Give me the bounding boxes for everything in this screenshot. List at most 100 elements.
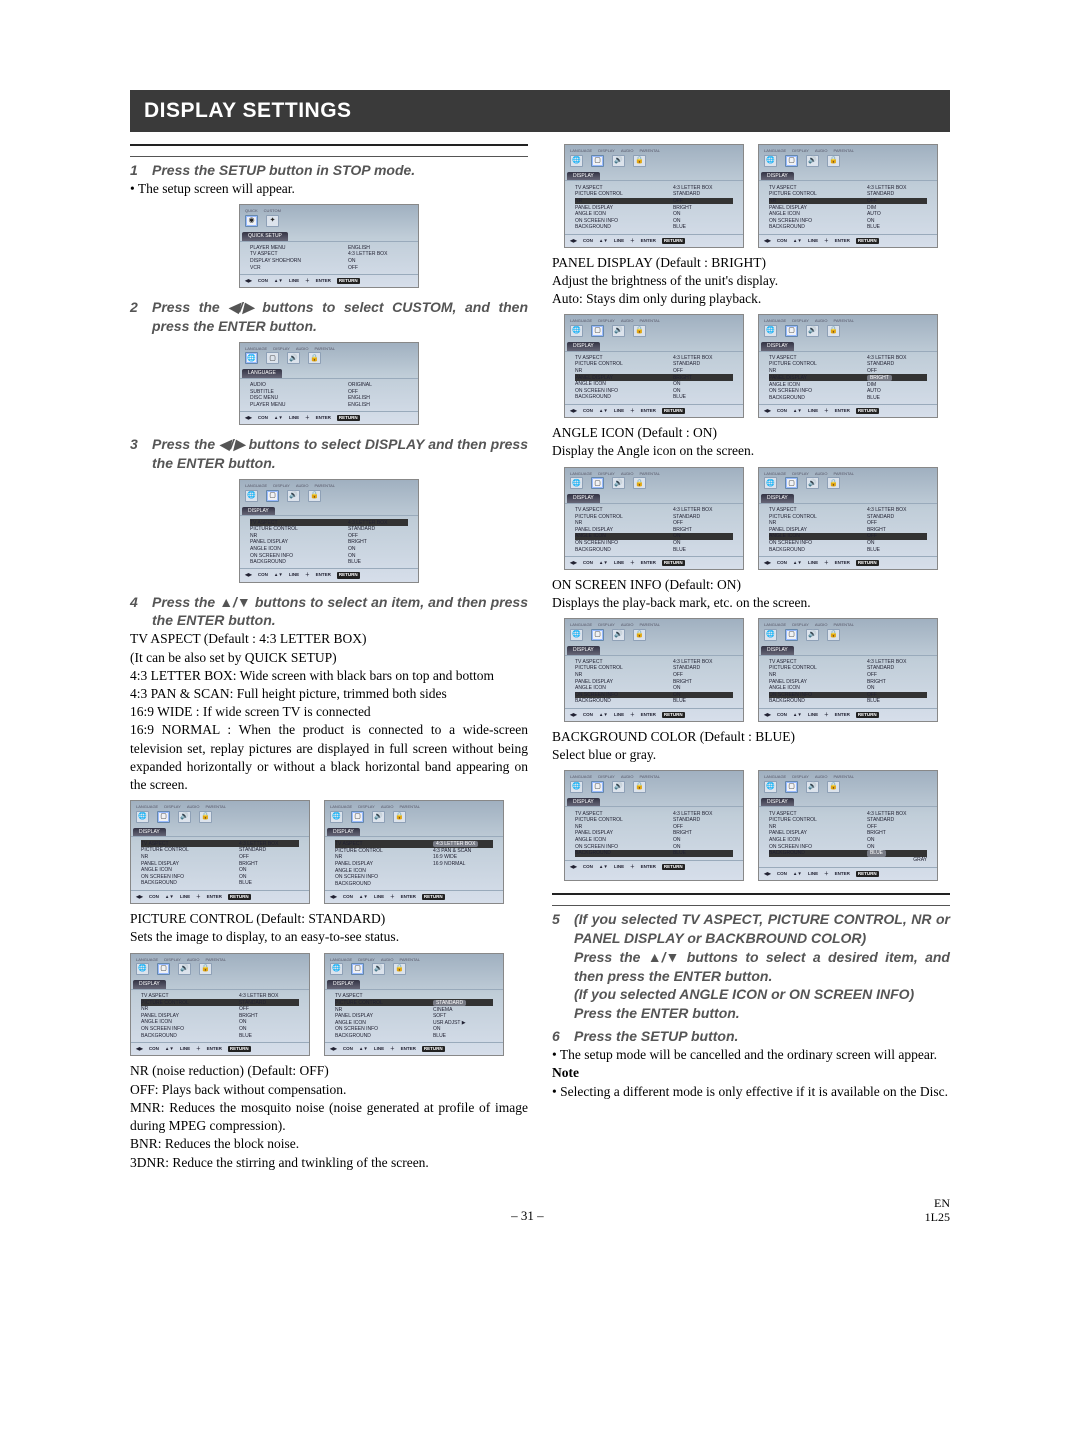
osd-item: ANGLE ICON: [250, 546, 348, 553]
footer-code: 1L25: [925, 1210, 950, 1224]
up-down-arrow-icon: ▲/▼: [219, 593, 251, 612]
page-number: – 31 –: [511, 1207, 544, 1225]
osd-tvaspect-a: LANGUAGEDISPLAYAUDIOPARENTAL 🌐▢🔊🔒 DISPLA…: [130, 800, 310, 904]
osd-tab: QUICK: [245, 208, 258, 213]
label-text: Displays the play-back mark, etc. on the…: [552, 595, 811, 610]
note-body: Selecting a different mode is only effec…: [560, 1084, 948, 1099]
step-number: 4: [130, 593, 152, 612]
speaker-icon: 🔊: [287, 352, 300, 364]
label-text: ON SCREEN INFO (Default: ON): [552, 577, 741, 592]
label-text: The setup mode will be cancelled and the…: [560, 1047, 937, 1062]
osd-item: NR: [250, 533, 348, 540]
osd-item: PLAYER MENU: [250, 402, 348, 409]
osd-language: LANGUAGEDISPLAYAUDIOPARENTAL 🌐 ▢ 🔊 🔒 LAN…: [239, 342, 419, 426]
step-text: Press the SETUP button.: [574, 1027, 950, 1046]
osd-angle-b: LANGUAGEDISPLAYAUDIOPARENTAL 🌐▢🔊🔒 DISPLA…: [758, 467, 938, 570]
osd-item: PICTURE CONTROL: [250, 526, 348, 533]
tool-icon: ✦: [266, 215, 279, 227]
step-number: 2: [130, 298, 152, 317]
osd-value: ON: [348, 546, 408, 553]
osd-tvaspect-b: LANGUAGEDISPLAYAUDIOPARENTAL 🌐▢🔊🔒 DISPLA…: [324, 800, 504, 904]
osd-quick-setup: QUICK CUSTOM ◉ ✦ QUICK SETUP PLAYER MENUE…: [239, 204, 419, 288]
page-footer: – 31 – EN 1L25: [130, 1196, 950, 1225]
label-text: 4:3 LETTER BOX: Wide screen with black b…: [130, 668, 494, 683]
page-title: DISPLAY SETTINGS: [130, 90, 950, 132]
label-text: OFF: Plays back without compensation.: [130, 1082, 346, 1097]
divider: [130, 156, 528, 157]
osd-item: TV ASPECT: [250, 251, 348, 258]
panel-display-block: PANEL DISPLAY (Default : BRIGHT) Adjust …: [552, 254, 950, 309]
osd-item: ON SCREEN INFO: [250, 552, 348, 559]
osd-value: ENGLISH: [348, 245, 408, 252]
up-down-arrow-icon: ▲/▼: [648, 948, 680, 967]
tv-icon: ▢: [266, 352, 279, 364]
osd-panel-title: QUICK SETUP: [242, 232, 288, 241]
osd-tab: CUSTOM: [264, 208, 281, 213]
step-text: Press the ▲/▼ buttons to select an item,…: [152, 593, 528, 631]
osd-footer: ◀▶CON ▲▼LINE ＋ENTER RETURN: [240, 275, 418, 285]
disc-icon: ◉: [245, 215, 258, 227]
osd-osi-a: LANGUAGEDISPLAYAUDIOPARENTAL 🌐▢🔊🔒 DISPLA…: [564, 618, 744, 721]
osd-nr-b: LANGUAGEDISPLAYAUDIOPARENTAL 🌐▢🔊🔒 DISPLA…: [758, 144, 938, 247]
page-title-text: DISPLAY SETTINGS: [144, 99, 352, 122]
osd-item: BACKGROUND: [250, 559, 348, 566]
note-label: Note: [552, 1065, 579, 1080]
step-4: 4 Press the ▲/▼ buttons to select an ite…: [130, 593, 528, 631]
step-number: 1: [130, 161, 152, 180]
step-6: 6 Press the SETUP button.: [552, 1027, 950, 1046]
label-text: MNR: Reduces the mosquito noise (noise g…: [130, 1100, 528, 1133]
step-3: 3 Press the ◀/▶ buttons to select DISPLA…: [130, 435, 528, 473]
cancel-note: The setup mode will be cancelled and the…: [552, 1046, 950, 1064]
osd-item: PANEL DISPLAY: [250, 539, 348, 546]
osd-item: TV ASPECT: [250, 519, 348, 526]
osd-pc-a: LANGUAGEDISPLAYAUDIOPARENTAL 🌐▢🔊🔒 DISPLA…: [130, 953, 310, 1057]
label-text: Adjust the brightness of the unit's disp…: [552, 273, 778, 288]
osd-bg-b: LANGUAGEDISPLAYAUDIOPARENTAL 🌐▢🔊🔒 DISPLA…: [758, 770, 938, 881]
osd-item: AUDIO: [250, 382, 348, 389]
step-5: 5 (If you selected TV ASPECT, PICTURE CO…: [552, 910, 950, 1023]
left-right-arrow-icon: ◀/▶: [228, 298, 253, 317]
osd-panel-title: LANGUAGE: [242, 369, 282, 378]
osd-panel-a: LANGUAGEDISPLAYAUDIOPARENTAL 🌐▢🔊🔒 DISPLA…: [564, 314, 744, 418]
label-text: Select blue or gray.: [552, 747, 656, 762]
globe-icon: 🌐: [245, 352, 258, 364]
step-number: 6: [552, 1027, 574, 1046]
angle-icon-block: ANGLE ICON (Default : ON) Display the An…: [552, 424, 950, 460]
osd-value: BLUE: [348, 559, 408, 566]
osd-value: OFF: [348, 533, 408, 540]
osd-value: STANDARD: [348, 526, 408, 533]
step-number: 5: [552, 910, 574, 929]
background-color-block: BACKGROUND COLOR (Default : BLUE) Select…: [552, 728, 950, 764]
label-text: Sets the image to display, to an easy-to…: [130, 929, 399, 944]
osd-footer: ◀▶CON ▲▼LINE ＋ENTER RETURN: [240, 569, 418, 579]
picture-control-head: PICTURE CONTROL (Default: STANDARD): [130, 910, 528, 928]
footer-lang: EN: [934, 1196, 950, 1210]
step-text: Press the ◀/▶ buttons to select DISPLAY …: [152, 435, 528, 473]
label-text: The setup screen will appear.: [138, 181, 295, 196]
osd-value: 4:3 LETTER BOX: [348, 251, 408, 258]
left-column: 1 Press the SETUP button in STOP mode. T…: [130, 138, 528, 1171]
step-1: 1 Press the SETUP button in STOP mode.: [130, 161, 528, 180]
osd-nr-a: LANGUAGEDISPLAYAUDIOPARENTAL 🌐▢🔊🔒 DISPLA…: [564, 144, 744, 247]
label-text: (It can be also set by QUICK SETUP): [130, 650, 337, 665]
osd-display: LANGUAGEDISPLAYAUDIOPARENTAL 🌐 ▢ 🔊 🔒 DIS…: [239, 479, 419, 582]
step-text: Press the SETUP button in STOP mode.: [152, 161, 528, 180]
osd-angle-a: LANGUAGEDISPLAYAUDIOPARENTAL 🌐▢🔊🔒 DISPLA…: [564, 467, 744, 570]
label-text: 16:9 WIDE : If wide screen TV is connect…: [130, 704, 371, 719]
globe-icon: 🌐: [245, 490, 258, 502]
divider: [552, 893, 950, 895]
osd-item: PLAYER MENU: [250, 245, 348, 252]
osd-panel-title: DISPLAY: [242, 507, 275, 516]
speaker-icon: 🔊: [287, 490, 300, 502]
label-text: PANEL DISPLAY (Default : BRIGHT): [552, 255, 766, 270]
tv-aspect-block: TV ASPECT (Default : 4:3 LETTER BOX) (It…: [130, 630, 528, 794]
osd-item: DISC MENU: [250, 395, 348, 402]
label-text: BACKGROUND COLOR (Default : BLUE): [552, 729, 795, 744]
osd-bg-a: LANGUAGEDISPLAYAUDIOPARENTAL 🌐▢🔊🔒 DISPLA…: [564, 770, 744, 881]
label-text: 3DNR: Reduce the stirring and twinkling …: [130, 1155, 429, 1170]
osd-value: 4:3 LETTER BOX: [348, 519, 408, 526]
step-1-body: The setup screen will appear.: [130, 180, 528, 198]
osd-value: BRIGHT: [348, 539, 408, 546]
step-number: 3: [130, 435, 152, 454]
step-text: (If you selected TV ASPECT, PICTURE CONT…: [574, 910, 950, 1023]
